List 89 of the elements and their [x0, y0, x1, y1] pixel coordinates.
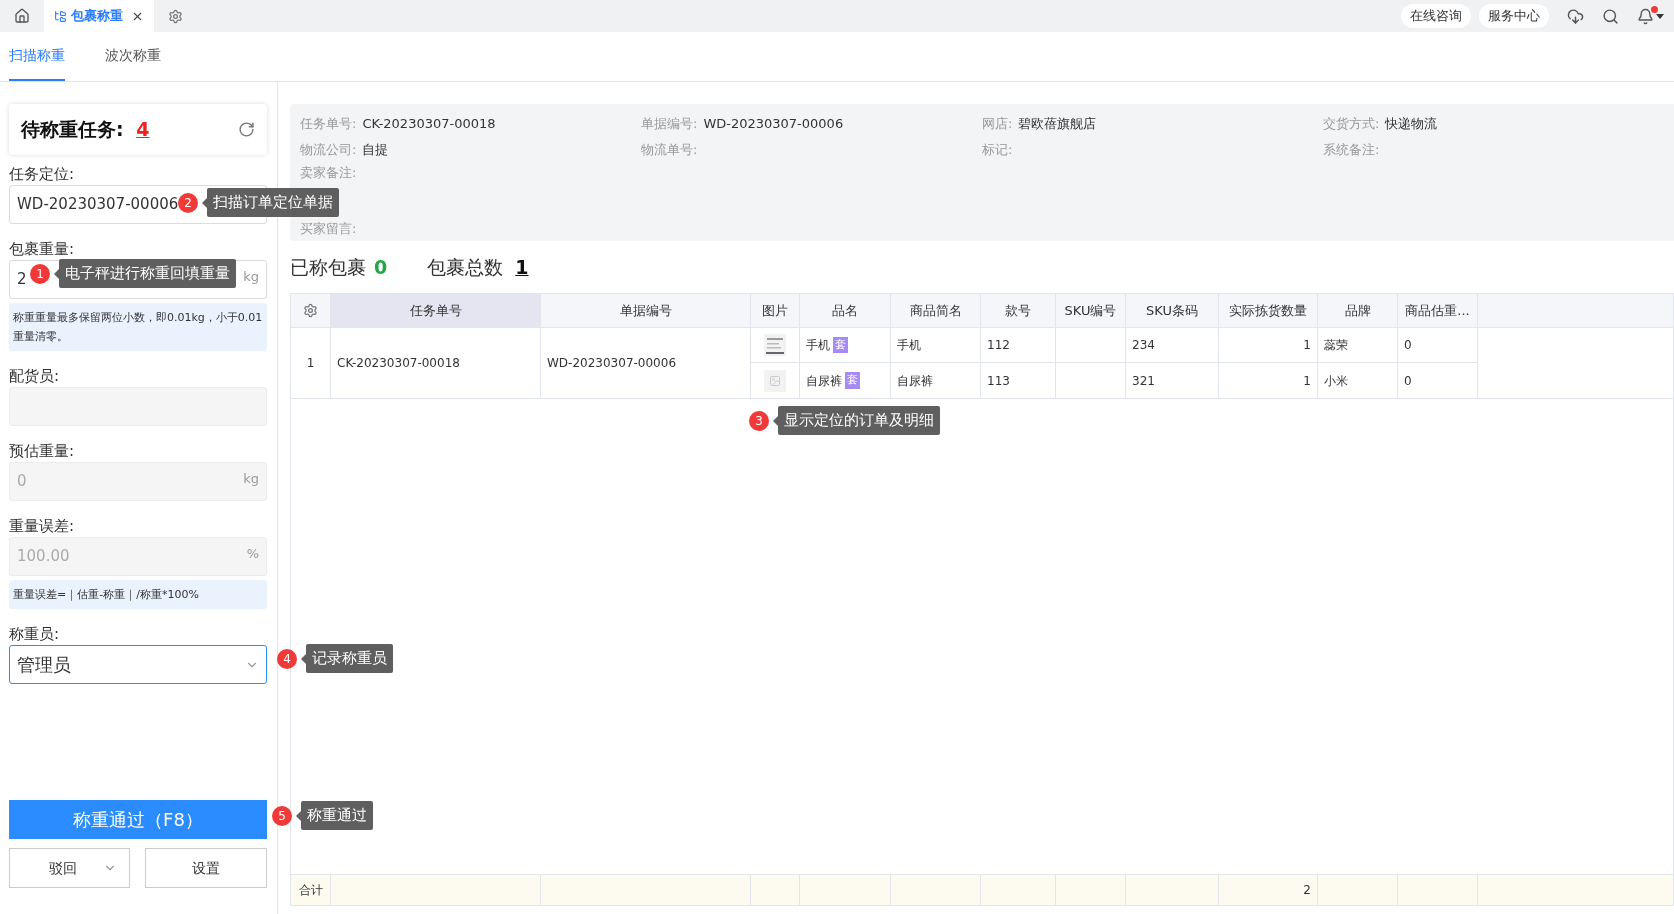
column-header[interactable]: SKU条码 [1126, 294, 1219, 327]
set-tag: 套 [845, 372, 860, 389]
info-value: 自提 [362, 142, 389, 157]
select-field[interactable]: 管理员 [9, 645, 267, 684]
info-label: 物流单号: [641, 142, 698, 157]
header-link[interactable]: 服务中心 [1479, 4, 1549, 28]
tooltip: 电子秤进行称重回填重量 [54, 259, 236, 288]
step-number-badge: 3 [749, 410, 769, 431]
step-number-badge: 4 [277, 648, 297, 669]
table-cell: 0 [1398, 328, 1478, 362]
table-cell: 自尿裤 [891, 363, 981, 398]
page-tab[interactable]: 包裹称重 [44, 0, 154, 32]
info-label: 交货方式: [1323, 116, 1380, 131]
table-cell: 蕊荣 [1318, 328, 1398, 362]
tooltip: 记录称重员 [301, 644, 393, 673]
table-cell: 0 [1398, 363, 1478, 398]
set-tag: 套 [833, 336, 848, 354]
info-value: 碧欧蓓旗舰店 [1018, 116, 1097, 131]
column-header[interactable]: 品牌 [1318, 294, 1398, 327]
info-label: 系统备注: [1323, 142, 1380, 157]
column-header[interactable]: 商品估重... [1398, 294, 1478, 327]
tab[interactable]: 扫描称重 [9, 31, 65, 81]
tooltip: 显示定位的订单及明细 [773, 406, 940, 435]
tab[interactable]: 波次称重 [105, 31, 161, 81]
column-header[interactable]: 商品简名 [891, 294, 981, 327]
product-thumbnail [764, 334, 786, 356]
field-label: 称重员: [9, 624, 61, 645]
total-cell-text: 2 [1303, 882, 1311, 899]
field-label: 任务定位: [9, 164, 76, 185]
table-cell: 113 [981, 363, 1056, 398]
info-label: 任务单号: [300, 116, 357, 131]
table-cell: 小米 [1318, 363, 1398, 398]
table-cell: 1 [1219, 328, 1318, 362]
image-placeholder-icon [764, 369, 786, 392]
column-header[interactable]: 实际拣货数量 [1219, 294, 1318, 327]
column-header[interactable]: 款号 [981, 294, 1056, 327]
row-number: 1 [291, 328, 331, 398]
table-cell: 321 [1126, 363, 1219, 398]
step-number-badge: 5 [272, 805, 292, 826]
info-value: CK-20230307-00018 [362, 116, 496, 131]
reject-dropdown-button[interactable]: 驳回 [9, 848, 130, 888]
field-label: 配货员: [9, 366, 61, 387]
info-label: 物流公司: [300, 142, 357, 157]
table-cell: WD-20230307-00006 [541, 328, 751, 398]
summary-label: 已称包裹 [290, 254, 366, 280]
table-cell-text: 手机 [806, 337, 830, 354]
column-header[interactable]: 任务单号 [331, 294, 541, 327]
column-header[interactable]: 品名 [800, 294, 891, 327]
settings-button[interactable]: 设置 [145, 848, 267, 888]
column-header[interactable]: 图片 [751, 294, 800, 327]
table-cell-text: 自尿裤 [806, 372, 842, 390]
pending-task-label: 待称重任务: 4 [21, 117, 150, 143]
header-link[interactable]: 在线咨询 [1401, 4, 1471, 28]
hint-text: 称重重量最多保留两位小数，即0.01kg，小于0.01重量清零。 [9, 303, 267, 351]
info-label: 买家留言: [300, 221, 357, 236]
search-icon[interactable] [1602, 7, 1619, 25]
bell-icon[interactable] [1637, 7, 1664, 25]
settings-icon[interactable] [303, 303, 318, 318]
column-header[interactable]: 单据编号 [541, 294, 751, 327]
table-cell: 1 [1219, 363, 1318, 398]
tooltip: 扫描订单定位单据 [202, 188, 339, 217]
settings-icon[interactable] [168, 8, 183, 24]
home-icon [14, 8, 30, 24]
refresh-icon[interactable] [238, 121, 255, 138]
info-label: 标记: [982, 142, 1013, 157]
tree-icon [54, 9, 67, 23]
table-cell: 234 [1126, 328, 1219, 362]
info-label: 网店: [982, 116, 1013, 131]
unit-label: kg [243, 470, 259, 488]
table-cell: 手机 [891, 328, 981, 362]
field-label: 包裹重量: [9, 239, 76, 260]
info-value: WD-20230307-00006 [703, 116, 844, 131]
table-cell: CK-20230307-00018 [331, 328, 541, 398]
field-label: 重量误差: [9, 516, 76, 537]
info-label: 单据编号: [641, 116, 698, 131]
unit-label: % [246, 545, 259, 563]
field-label: 预估重量: [9, 441, 76, 462]
table-cell: 112 [981, 328, 1056, 362]
summary-label: 包裹总数 [427, 254, 504, 280]
hint-text: 重量误差=｜估重-称重｜/称重*100% [9, 580, 267, 609]
summary-count: 1 [515, 254, 529, 280]
column-header[interactable]: SKU编号 [1056, 294, 1126, 327]
total-label: 合计 [298, 882, 323, 899]
unit-label: kg [243, 268, 259, 286]
tooltip: 称重通过 [296, 801, 373, 830]
info-value: 快递物流 [1385, 116, 1438, 131]
cloud-download-icon[interactable] [1567, 7, 1584, 25]
info-label: 卖家备注: [300, 165, 357, 180]
summary-count: 0 [374, 254, 388, 280]
